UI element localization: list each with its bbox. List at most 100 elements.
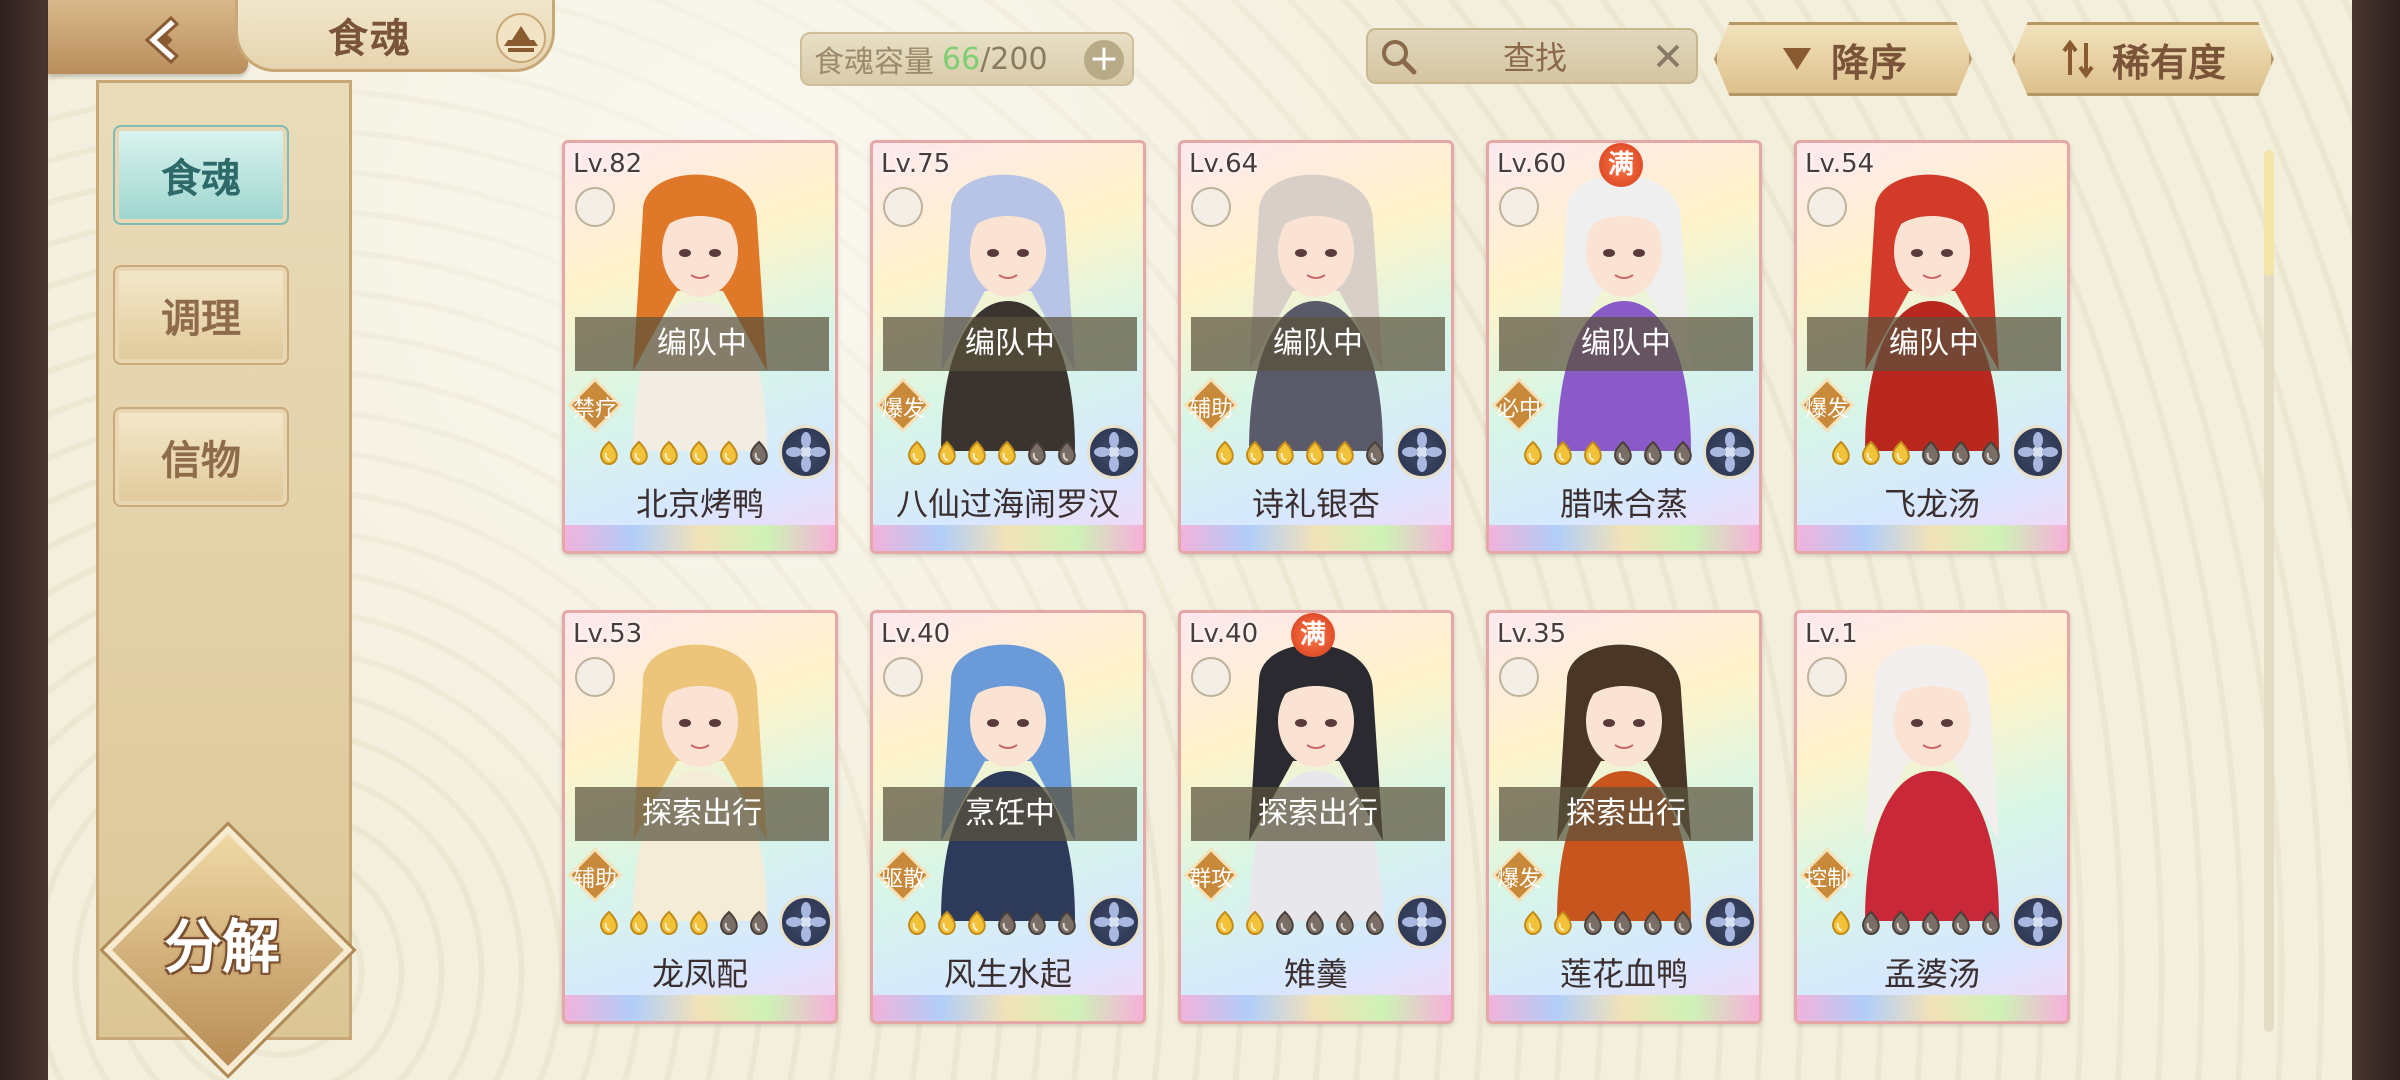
food-soul-card[interactable]: Lv.54 编队中 爆发 飞龙汤 (1794, 140, 2070, 554)
star-filled-icon (1584, 440, 1602, 465)
food-soul-card[interactable]: Lv.40 满 探索出行 群攻 雉羹 (1178, 610, 1454, 1024)
star-filled-icon (660, 440, 678, 465)
star-empty-icon (1058, 910, 1076, 935)
element-flower-icon (779, 895, 833, 949)
food-soul-card[interactable]: Lv.53 探索出行 辅助 龙凤配 (562, 610, 838, 1024)
status-banner: 探索出行 (1499, 787, 1753, 841)
role-label: 驱散 (880, 867, 925, 892)
role-label: 爆发 (1804, 397, 1849, 422)
status-banner: 烹饪中 (883, 787, 1137, 841)
star-empty-icon (1028, 910, 1046, 935)
star-empty-icon (720, 910, 738, 935)
scrollbar-track[interactable] (2264, 150, 2274, 1032)
star-filled-icon (1246, 910, 1264, 935)
star-rating (1827, 909, 2005, 937)
role-label: 辅助 (572, 867, 617, 892)
back-arrow-icon (144, 15, 180, 65)
sidebar-item-label: 信物 (161, 438, 241, 484)
food-soul-card[interactable]: Lv.75 编队中 爆发 八仙过海闹罗汉 (870, 140, 1146, 554)
star-empty-icon (1276, 910, 1294, 935)
star-empty-icon (1336, 910, 1354, 935)
star-filled-icon (720, 440, 738, 465)
food-soul-name: 雉羹 (1283, 955, 1348, 993)
hat-icon[interactable] (490, 12, 552, 64)
star-empty-icon (1366, 440, 1384, 465)
level-label: Lv.35 (1497, 619, 1567, 649)
expand-capacity-button[interactable]: + (1084, 40, 1124, 80)
star-filled-icon (938, 910, 956, 935)
page-title: 食魂 (328, 15, 412, 62)
sidebar-item-conditioning[interactable]: 调理 (113, 265, 289, 365)
star-filled-icon (1216, 440, 1234, 465)
clear-icon[interactable] (1650, 38, 1686, 74)
equipment-slot-icon (1191, 187, 1231, 227)
element-flower-icon (1703, 895, 1757, 949)
rarity-strip (1489, 995, 1759, 1021)
level-label: Lv.64 (1189, 149, 1259, 179)
max-badge: 满 (1291, 613, 1335, 657)
star-filled-icon (1524, 440, 1542, 465)
food-soul-card[interactable]: Lv.60 满 编队中 必中 腊味合蒸 (1486, 140, 1762, 554)
star-empty-icon (1644, 440, 1662, 465)
food-soul-card[interactable]: Lv.35 探索出行 爆发 莲花血鸭 (1486, 610, 1762, 1024)
star-rating (1519, 439, 1697, 467)
equipment-slot-icon (1499, 187, 1539, 227)
right-frame (2352, 0, 2400, 1080)
star-filled-icon (1554, 910, 1572, 935)
star-filled-icon (600, 440, 618, 465)
sort-order-button[interactable]: 降序 (1714, 22, 1972, 96)
star-filled-icon (1892, 440, 1910, 465)
equipment-slot-icon (575, 187, 615, 227)
star-filled-icon (968, 440, 986, 465)
star-filled-icon (1246, 440, 1264, 465)
scrollbar-thumb[interactable] (2264, 150, 2274, 276)
star-rating (1827, 439, 2005, 467)
star-rating (903, 909, 1081, 937)
rarity-strip (1797, 995, 2067, 1021)
star-filled-icon (1554, 440, 1572, 465)
star-empty-icon (1982, 910, 2000, 935)
food-soul-name: 莲花血鸭 (1559, 955, 1688, 993)
status-banner: 编队中 (1499, 317, 1753, 371)
sort-field-button[interactable]: 稀有度 (2012, 22, 2274, 96)
role-label: 控制 (1804, 867, 1849, 892)
food-soul-card[interactable]: Lv.64 编队中 辅助 诗礼银杏 (1178, 140, 1454, 554)
capacity-current: 66 (942, 41, 981, 77)
star-filled-icon (1276, 440, 1294, 465)
food-soul-card[interactable]: Lv.1 控制 孟婆汤 (1794, 610, 2070, 1024)
star-empty-icon (1922, 440, 1940, 465)
star-rating (1211, 439, 1389, 467)
equipment-slot-icon (883, 657, 923, 697)
search-placeholder: 查找 (1502, 39, 1567, 77)
search-input[interactable]: 查找 (1366, 28, 1698, 84)
triangle-down-icon (1782, 48, 1811, 70)
star-empty-icon (1584, 910, 1602, 935)
star-empty-icon (1922, 910, 1940, 935)
star-filled-icon (1306, 440, 1324, 465)
rarity-strip (565, 995, 835, 1021)
food-soul-name: 龙凤配 (651, 955, 748, 993)
level-label: Lv.54 (1805, 149, 1875, 179)
food-soul-card[interactable]: Lv.82 编队中 禁疗 北京烤鸭 (562, 140, 838, 554)
star-filled-icon (630, 440, 648, 465)
sidebar-item-food-souls[interactable]: 食魂 (113, 125, 289, 225)
level-label: Lv.40 (881, 619, 951, 649)
star-filled-icon (908, 910, 926, 935)
left-frame (0, 0, 48, 1080)
status-banner: 编队中 (1807, 317, 2061, 371)
star-rating (595, 909, 773, 937)
element-flower-icon (1087, 895, 1141, 949)
food-soul-name: 飞龙汤 (1883, 485, 1980, 523)
equipment-slot-icon (1807, 187, 1847, 227)
rarity-strip (1797, 525, 2067, 551)
back-button[interactable] (135, 10, 195, 70)
star-empty-icon (1306, 910, 1324, 935)
food-soul-card[interactable]: Lv.40 烹饪中 驱散 风生水起 (870, 610, 1146, 1024)
sidebar-item-label: 食魂 (161, 156, 241, 202)
level-label: Lv.53 (573, 619, 643, 649)
star-filled-icon (968, 910, 986, 935)
element-flower-icon (1703, 425, 1757, 479)
star-filled-icon (690, 440, 708, 465)
sidebar-item-tokens[interactable]: 信物 (113, 407, 289, 507)
food-soul-name: 腊味合蒸 (1559, 485, 1688, 523)
